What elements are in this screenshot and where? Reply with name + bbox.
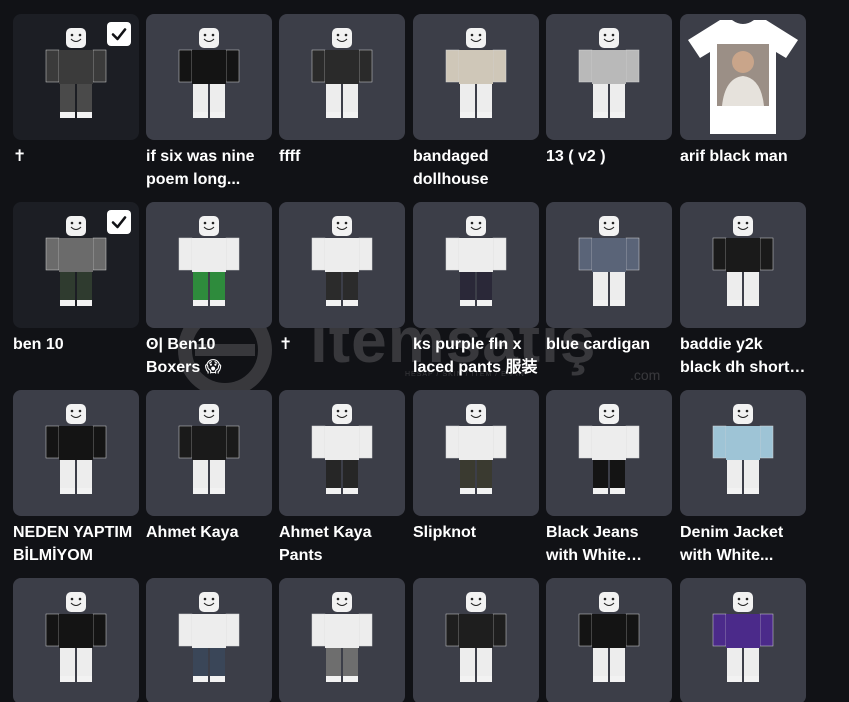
avatar-preview-icon: [578, 404, 640, 494]
item-name[interactable]: ffff: [279, 145, 405, 168]
catalog-item-card[interactable]: bandaged dollhouse: [413, 14, 539, 191]
avatar-preview-icon: [578, 592, 640, 682]
item-thumbnail[interactable]: [546, 390, 672, 516]
avatar-preview-icon: [712, 404, 774, 494]
item-thumbnail[interactable]: [13, 202, 139, 328]
catalog-item-card[interactable]: Denim Jacket with White...: [680, 390, 806, 567]
catalog-item-card[interactable]: ✝: [13, 14, 139, 168]
catalog-item-card[interactable]: arif black man: [680, 14, 806, 168]
catalog-item-card[interactable]: ✝: [279, 202, 405, 356]
item-thumbnail[interactable]: [146, 14, 272, 140]
item-name[interactable]: Black Jeans with White Shoes: [546, 521, 672, 567]
catalog-item-card[interactable]: Ahmet Kaya Pants: [279, 390, 405, 567]
item-thumbnail[interactable]: [146, 578, 272, 702]
item-thumbnail[interactable]: [279, 390, 405, 516]
catalog-item-card[interactable]: [680, 578, 806, 702]
item-name[interactable]: Denim Jacket with White...: [680, 521, 806, 567]
catalog-item-card[interactable]: [146, 578, 272, 702]
item-thumbnail[interactable]: [13, 390, 139, 516]
item-thumbnail[interactable]: [680, 202, 806, 328]
avatar-preview-icon: [445, 404, 507, 494]
avatar-preview-icon: [445, 28, 507, 118]
avatar-preview-icon: [178, 28, 240, 118]
avatar-preview-icon: [178, 216, 240, 306]
catalog-item-card[interactable]: Slipknot: [413, 390, 539, 544]
item-thumbnail[interactable]: [279, 202, 405, 328]
catalog-item-card[interactable]: baddie y2k black dh shorts emo...: [680, 202, 806, 379]
item-name[interactable]: ✝: [279, 333, 405, 356]
avatar-preview-icon: [311, 216, 373, 306]
item-name[interactable]: Slipknot: [413, 521, 539, 544]
item-thumbnail[interactable]: [413, 202, 539, 328]
catalog-item-card[interactable]: if six was nine poem long...: [146, 14, 272, 191]
avatar-preview-icon: [45, 404, 107, 494]
catalog-item-card[interactable]: [279, 578, 405, 702]
item-name[interactable]: ʘ| Ben10 Boxers 😱: [146, 333, 272, 379]
item-name[interactable]: Ahmet Kaya: [146, 521, 272, 544]
avatar-preview-icon: [178, 404, 240, 494]
catalog-item-card[interactable]: blue cardigan: [546, 202, 672, 356]
catalog-item-card[interactable]: Ahmet Kaya: [146, 390, 272, 544]
avatar-preview-icon: [311, 592, 373, 682]
item-thumbnail[interactable]: [413, 390, 539, 516]
selected-checkbox[interactable]: [107, 22, 131, 46]
catalog-item-card[interactable]: ben 10: [13, 202, 139, 356]
avatar-preview-icon: [445, 592, 507, 682]
item-name[interactable]: if six was nine poem long...: [146, 145, 272, 191]
avatar-preview-icon: [578, 28, 640, 118]
item-thumbnail[interactable]: [279, 578, 405, 702]
item-name[interactable]: blue cardigan: [546, 333, 672, 356]
item-thumbnail[interactable]: [13, 578, 139, 702]
catalog-item-card[interactable]: [413, 578, 539, 702]
avatar-preview-icon: [712, 216, 774, 306]
catalog-item-card[interactable]: Black Jeans with White Shoes: [546, 390, 672, 567]
item-thumbnail[interactable]: [546, 14, 672, 140]
item-thumbnail[interactable]: [680, 390, 806, 516]
item-name[interactable]: bandaged dollhouse: [413, 145, 539, 191]
item-name[interactable]: ✝: [13, 145, 139, 168]
catalog-item-card[interactable]: [13, 578, 139, 702]
catalog-item-card[interactable]: ʘ| Ben10 Boxers 😱: [146, 202, 272, 379]
catalog-item-card[interactable]: NEDEN YAPTIM BİLMİYOM: [13, 390, 139, 567]
avatar-preview-icon: [45, 592, 107, 682]
item-thumbnail[interactable]: [413, 578, 539, 702]
item-name[interactable]: NEDEN YAPTIM BİLMİYOM: [13, 521, 139, 567]
avatar-preview-icon: [712, 592, 774, 682]
item-name[interactable]: 13 ( v2 ): [546, 145, 672, 168]
avatar-preview-icon: [178, 592, 240, 682]
item-name[interactable]: baddie y2k black dh shorts emo...: [680, 333, 806, 379]
item-thumbnail[interactable]: [680, 14, 806, 140]
item-name[interactable]: arif black man: [680, 145, 806, 168]
item-name[interactable]: ks purple fln x laced pants 服装: [413, 333, 539, 379]
item-name[interactable]: ben 10: [13, 333, 139, 356]
avatar-preview-icon: [578, 216, 640, 306]
watermark-tld: .com: [630, 367, 661, 383]
catalog-item-card[interactable]: ks purple fln x laced pants 服装: [413, 202, 539, 379]
catalog-grid: itemsatış HESAP / SKIN / ITEM / E-PIN .c…: [0, 0, 849, 702]
item-thumbnail[interactable]: [146, 390, 272, 516]
item-thumbnail[interactable]: [413, 14, 539, 140]
item-thumbnail[interactable]: [680, 578, 806, 702]
catalog-item-card[interactable]: [546, 578, 672, 702]
item-thumbnail[interactable]: [546, 202, 672, 328]
checkmark-icon: [111, 216, 127, 229]
item-thumbnail[interactable]: [146, 202, 272, 328]
tshirt-preview-icon: [688, 20, 798, 134]
item-thumbnail[interactable]: [546, 578, 672, 702]
checkmark-icon: [111, 28, 127, 41]
catalog-item-card[interactable]: 13 ( v2 ): [546, 14, 672, 168]
item-thumbnail[interactable]: [279, 14, 405, 140]
avatar-preview-icon: [311, 28, 373, 118]
item-thumbnail[interactable]: [13, 14, 139, 140]
avatar-preview-icon: [311, 404, 373, 494]
avatar-preview-icon: [445, 216, 507, 306]
catalog-item-card[interactable]: ffff: [279, 14, 405, 168]
item-name[interactable]: Ahmet Kaya Pants: [279, 521, 405, 567]
selected-checkbox[interactable]: [107, 210, 131, 234]
